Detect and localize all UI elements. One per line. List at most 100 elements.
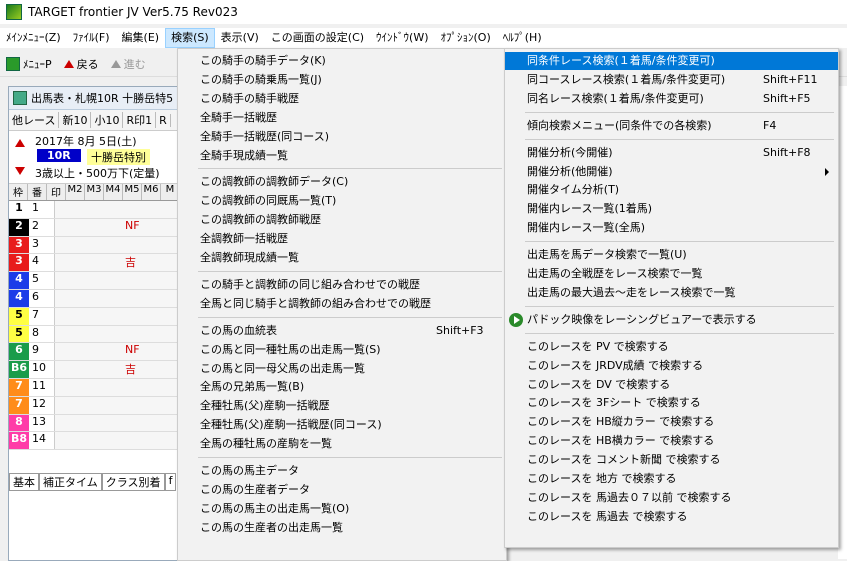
menu-item[interactable]: この調教師の調教師戦歴: [178, 211, 506, 229]
menu-item[interactable]: パドック映像をレーシングビュアーで表示する: [505, 311, 838, 329]
tab-other-race[interactable]: 他レース: [9, 112, 60, 128]
menu-item[interactable]: 同名レース検索(１着馬/条件変更可) Shift+F5: [505, 90, 838, 108]
menu-item-label: 全騎手一括戦歴: [200, 110, 277, 124]
menu-item[interactable]: 開催分析(他開催): [505, 163, 838, 181]
menu-view[interactable]: 表示(V): [215, 28, 265, 48]
table-row[interactable]: 45: [9, 272, 189, 290]
menu-item[interactable]: 全騎手現成績一覧: [178, 147, 506, 165]
table-row[interactable]: 57: [9, 307, 189, 326]
menu-item-label: このレースを 馬過去０７以前 で検索する: [527, 490, 732, 504]
menu-item[interactable]: 開催内レース一覧(1着馬): [505, 200, 838, 218]
menu-item[interactable]: 開催内レース一覧(全馬): [505, 219, 838, 237]
mark-cell: [55, 201, 185, 218]
prev-race-icon[interactable]: [15, 139, 25, 147]
menu-item[interactable]: このレースを DV で検索する: [505, 376, 838, 394]
menu-item-label: 傾向検索メニュー(同条件での各検索): [527, 118, 712, 132]
table-row[interactable]: 6 9 NF: [9, 343, 189, 362]
menu-help[interactable]: ﾍﾙﾌﾟ(H): [497, 28, 548, 48]
menu-screen-settings[interactable]: この画面の設定(C): [265, 28, 370, 48]
tab-correction-time[interactable]: 補正タイム: [39, 473, 102, 491]
menu-item-label: 全調教師現成績一覧: [200, 251, 299, 264]
menu-item-label: この馬と同一種牡馬の出走馬一覧(S): [200, 342, 381, 356]
menu-item[interactable]: 同コースレース検索(１着馬/条件変更可) Shift+F11: [505, 71, 838, 89]
tab-class-result[interactable]: クラス別着: [101, 473, 165, 491]
shortcut-label: Shift+F11: [763, 72, 818, 86]
col-mark: 印: [47, 184, 66, 200]
menu-item[interactable]: このレースを JRDV成績 で検索する: [505, 357, 838, 375]
menu-item[interactable]: 全騎手一括戦歴: [178, 109, 506, 127]
grid-header: 枠 番 印 M2 M3 M4 M5 M6 M: [9, 184, 189, 201]
forward-button[interactable]: 進む: [105, 54, 152, 74]
menu-item[interactable]: この騎手と調教師の同じ組み合わせでの戦歴: [178, 276, 506, 294]
menu-item[interactable]: このレースを 馬過去０７以前 で検索する: [505, 489, 838, 507]
table-row[interactable]: 11: [9, 201, 189, 219]
menu-p-button[interactable]: ﾒﾆｭｰP: [0, 54, 58, 74]
table-row[interactable]: 34 吉: [9, 254, 189, 273]
menu-item[interactable]: 全種牡馬(父)産駒一括戦歴(同コース): [178, 416, 506, 434]
menu-item[interactable]: このレースを コメント新聞 で検索する: [505, 451, 838, 469]
tab-r[interactable]: R: [156, 113, 171, 127]
menu-item[interactable]: 全馬の兄弟馬一覧(B): [178, 378, 506, 396]
menu-item[interactable]: この馬の馬主の出走馬一覧(O): [178, 500, 506, 518]
table-row[interactable]: B8 14: [9, 432, 189, 451]
menu-file[interactable]: ﾌｧｲﾙ(F): [67, 28, 116, 48]
menu-item[interactable]: このレースを HB横カラー で検索する: [505, 432, 838, 450]
menu-item[interactable]: 出走馬の全戦歴をレース検索で一覧: [505, 265, 838, 283]
menu-item[interactable]: この馬の血統表 Shift+F3: [178, 322, 506, 340]
table-row[interactable]: 46: [9, 289, 189, 308]
menu-item[interactable]: このレースを 馬過去 で検索する: [505, 508, 838, 526]
menu-item[interactable]: 全騎手一括戦歴(同コース): [178, 128, 506, 146]
menu-item[interactable]: この騎手の騎手戦歴: [178, 90, 506, 108]
tab-new10[interactable]: 新10: [59, 112, 92, 128]
tab-more[interactable]: f: [164, 473, 177, 491]
menu-item[interactable]: 全馬と同じ騎手と調教師の組み合わせでの戦歴: [178, 295, 506, 313]
race-card-title: 出馬表・札幌10R 十勝岳特5: [31, 92, 174, 105]
menu-item[interactable]: この馬の生産者データ: [178, 481, 506, 499]
back-button[interactable]: 戻る: [58, 54, 105, 74]
menu-item[interactable]: この騎手の騎手データ(K): [178, 52, 506, 70]
menu-item[interactable]: この馬の生産者の出走馬一覧: [178, 519, 506, 537]
menu-item-label: この馬と同一母父馬の出走馬一覧: [200, 361, 365, 375]
table-row[interactable]: 2 2 NF: [9, 218, 189, 237]
menu-item[interactable]: 傾向検索メニュー(同条件での各検索) F4: [505, 117, 838, 135]
menu-item[interactable]: 全馬の種牡馬の産駒を一覧: [178, 435, 506, 453]
menu-item[interactable]: 全調教師一括戦歴: [178, 230, 506, 248]
table-row[interactable]: 7 12: [9, 396, 189, 415]
tab-basic[interactable]: 基本: [9, 473, 39, 491]
menu-main[interactable]: ﾒｲﾝﾒﾆｭｰ(Z): [0, 28, 67, 48]
menu-options[interactable]: ｵﾌﾟｼｮﾝ(O): [435, 28, 497, 48]
table-row[interactable]: B6 10 吉: [9, 361, 189, 379]
menu-item[interactable]: この馬と同一母父馬の出走馬一覧: [178, 360, 506, 378]
next-race-icon[interactable]: [15, 167, 25, 175]
menu-item[interactable]: この騎手の騎乗馬一覧(J): [178, 71, 506, 89]
menu-item[interactable]: 全調教師現成績一覧: [178, 249, 506, 267]
app-icon: [6, 4, 22, 20]
menu-item[interactable]: 出走馬の最大過去～走をレース検索で一覧: [505, 284, 838, 302]
menu-item-label: この調教師の調教師データ(C): [200, 175, 349, 189]
table-row[interactable]: 8 13: [9, 414, 189, 433]
table-row[interactable]: 7 11: [9, 378, 189, 397]
menu-edit[interactable]: 編集(E): [116, 28, 166, 48]
menu-search[interactable]: 検索(S): [165, 28, 215, 48]
menu-item-label: この騎手と調教師の同じ組み合わせでの戦歴: [200, 277, 420, 291]
tab-small10[interactable]: 小10: [91, 112, 124, 128]
menu-item[interactable]: 出走馬を馬データ検索で一覧(U): [505, 246, 838, 264]
table-row[interactable]: 33: [9, 236, 189, 255]
menu-item[interactable]: このレースを 地方 で検索する: [505, 470, 838, 488]
menu-item[interactable]: このレースを 3Fシート で検索する: [505, 394, 838, 412]
table-row[interactable]: 58: [9, 325, 189, 344]
menu-item-highlighted[interactable]: 同条件レース検索(１着馬/条件変更可): [505, 52, 838, 70]
tab-r-mark1[interactable]: R印1: [123, 112, 157, 128]
menu-item-label: 開催分析(今開催): [527, 145, 613, 159]
mark-cell: [55, 432, 185, 449]
menu-item[interactable]: この馬の馬主データ: [178, 462, 506, 480]
menu-item[interactable]: この調教師の同厩馬一覧(T): [178, 192, 506, 210]
menu-item[interactable]: この調教師の調教師データ(C): [178, 173, 506, 191]
menu-item[interactable]: 開催分析(今開催) Shift+F8: [505, 144, 838, 162]
menu-item[interactable]: 全種牡馬(父)産駒一括戦歴: [178, 397, 506, 415]
menu-window[interactable]: ｳｲﾝﾄﾞｳ(W): [370, 28, 434, 48]
menu-item[interactable]: このレースを HB縦カラー で検索する: [505, 413, 838, 431]
menu-item[interactable]: この馬と同一種牡馬の出走馬一覧(S): [178, 341, 506, 359]
menu-item[interactable]: このレースを PV で検索する: [505, 338, 838, 356]
menu-item[interactable]: 開催タイム分析(T): [505, 181, 838, 199]
